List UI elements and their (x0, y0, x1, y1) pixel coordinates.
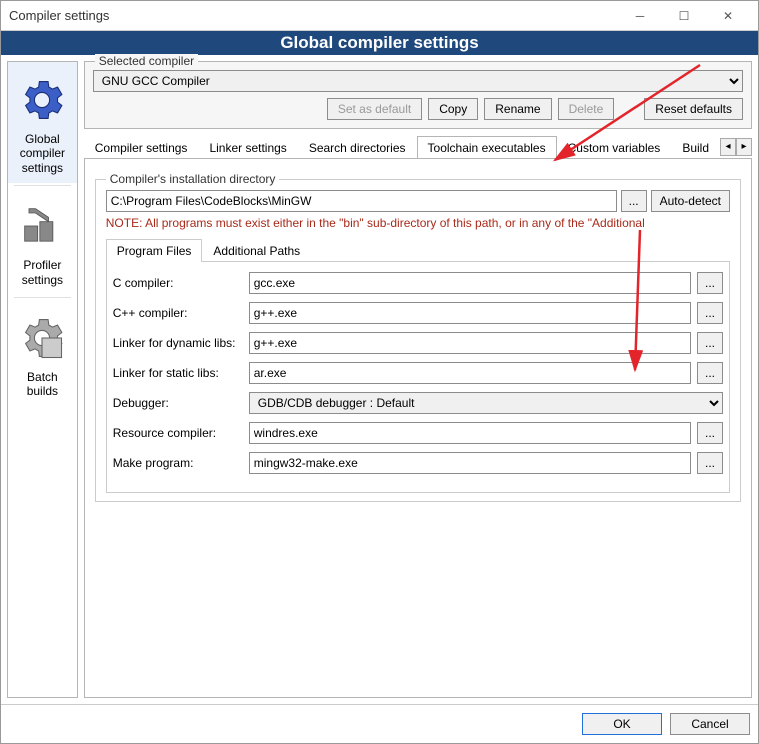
make-program-label: Make program: (113, 456, 243, 470)
sidebar-item-global-compiler[interactable]: Global compiler settings (8, 62, 77, 183)
resource-compiler-label: Resource compiler: (113, 426, 243, 440)
main-tabs: Compiler settings Linker settings Search… (84, 135, 720, 158)
tab-scroll-left[interactable]: ◂ (720, 138, 736, 156)
dialog-footer: OK Cancel (1, 704, 758, 743)
debugger-label: Debugger: (113, 396, 243, 410)
subtab-additional-paths[interactable]: Additional Paths (202, 239, 311, 262)
maximize-button[interactable]: ☐ (662, 1, 706, 31)
profiler-icon (14, 198, 70, 254)
tab-custom-variables[interactable]: Custom variables (557, 136, 672, 158)
debugger-select[interactable]: GDB/CDB debugger : Default (249, 392, 723, 414)
auto-detect-button[interactable]: Auto-detect (651, 190, 730, 212)
sub-tabs: Program Files Additional Paths (106, 238, 730, 262)
reset-defaults-button[interactable]: Reset defaults (644, 98, 743, 120)
linker-static-label: Linker for static libs: (113, 366, 243, 380)
sidebar-item-batch-builds[interactable]: Batch builds (8, 300, 77, 407)
minimize-button[interactable]: ─ (618, 1, 662, 31)
install-dir-input[interactable] (106, 190, 617, 212)
group-label: Selected compiler (95, 54, 198, 68)
tab-search-directories[interactable]: Search directories (298, 136, 417, 158)
cancel-button[interactable]: Cancel (670, 713, 750, 735)
titlebar: Compiler settings ─ ☐ ✕ (1, 1, 758, 31)
compiler-select[interactable]: GNU GCC Compiler (93, 70, 743, 92)
set-default-button[interactable]: Set as default (327, 98, 422, 120)
tab-toolchain-executables[interactable]: Toolchain executables (417, 136, 557, 158)
tab-compiler-settings[interactable]: Compiler settings (84, 136, 199, 158)
resource-compiler-input[interactable] (249, 422, 691, 444)
browse-make-program-button[interactable]: ... (697, 452, 723, 474)
c-compiler-label: C compiler: (113, 276, 243, 290)
linker-dyn-input[interactable] (249, 332, 691, 354)
c-compiler-input[interactable] (249, 272, 691, 294)
tab-scroll-right[interactable]: ▸ (736, 138, 752, 156)
delete-button[interactable]: Delete (558, 98, 615, 120)
browse-linker-dyn-button[interactable]: ... (697, 332, 723, 354)
install-note: NOTE: All programs must exist either in … (106, 216, 730, 230)
install-dir-label: Compiler's installation directory (106, 172, 280, 186)
sidebar-item-label: Batch builds (10, 370, 75, 399)
window-title: Compiler settings (9, 8, 618, 23)
browse-install-dir-button[interactable]: ... (621, 190, 647, 212)
sidebar: Global compiler settings Profiler settin… (7, 61, 78, 698)
sidebar-item-profiler[interactable]: Profiler settings (8, 188, 77, 295)
cxx-compiler-label: C++ compiler: (113, 306, 243, 320)
sidebar-item-label: Global compiler settings (10, 132, 75, 175)
copy-button[interactable]: Copy (428, 98, 478, 120)
rename-button[interactable]: Rename (484, 98, 551, 120)
make-program-input[interactable] (249, 452, 691, 474)
linker-dyn-label: Linker for dynamic libs: (113, 336, 243, 350)
ok-button[interactable]: OK (582, 713, 662, 735)
sidebar-item-label: Profiler settings (10, 258, 75, 287)
browse-linker-static-button[interactable]: ... (697, 362, 723, 384)
browse-resource-compiler-button[interactable]: ... (697, 422, 723, 444)
page-banner: Global compiler settings (1, 31, 758, 55)
gear-icon (14, 72, 70, 128)
tab-build[interactable]: Build (671, 136, 720, 158)
close-button[interactable]: ✕ (706, 1, 750, 31)
batch-builds-icon (14, 310, 70, 366)
tab-linker-settings[interactable]: Linker settings (198, 136, 297, 158)
selected-compiler-group: Selected compiler GNU GCC Compiler Set a… (84, 61, 752, 129)
browse-cxx-compiler-button[interactable]: ... (697, 302, 723, 324)
cxx-compiler-input[interactable] (249, 302, 691, 324)
browse-c-compiler-button[interactable]: ... (697, 272, 723, 294)
subtab-program-files[interactable]: Program Files (106, 239, 203, 262)
linker-static-input[interactable] (249, 362, 691, 384)
